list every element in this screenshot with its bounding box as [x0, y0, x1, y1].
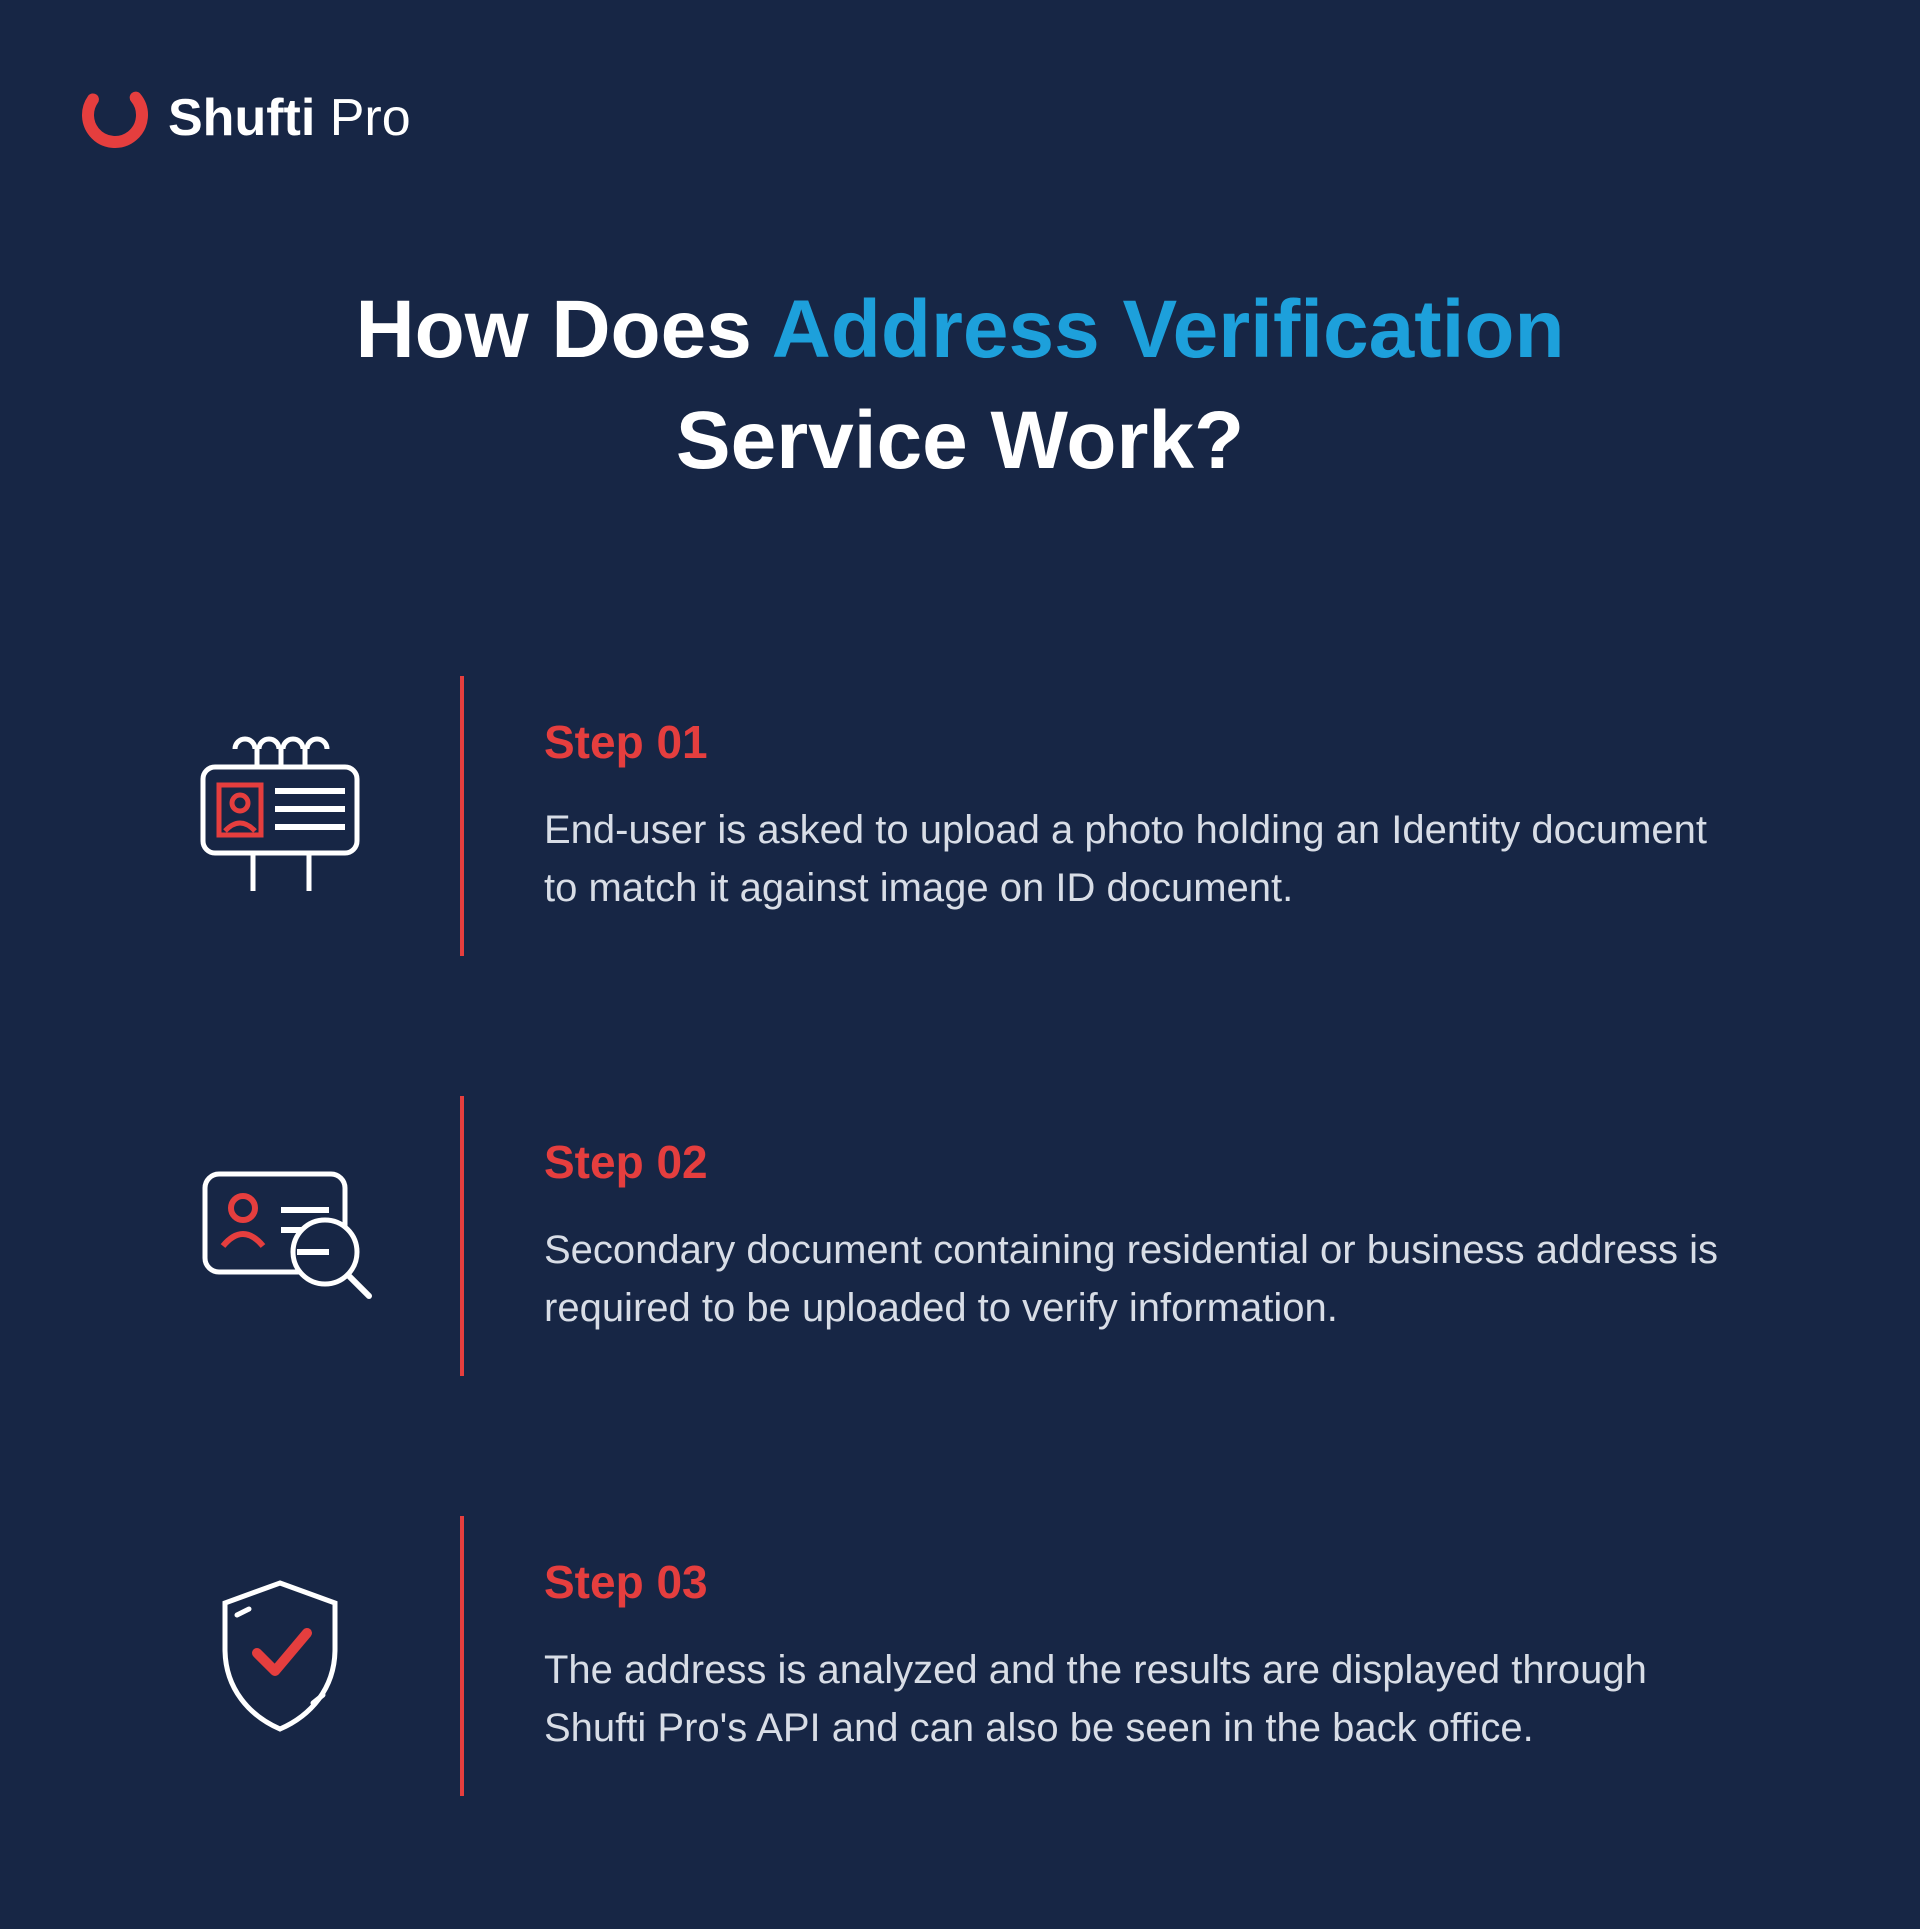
title-highlight: Address Verification — [772, 284, 1565, 375]
brand-suffix: Pro — [330, 89, 411, 147]
title-line-1: How Does Address Verification — [80, 275, 1840, 386]
step-divider — [460, 1096, 464, 1376]
page-title: How Does Address Verification Service Wo… — [80, 275, 1840, 496]
shield-check-icon — [180, 1571, 380, 1741]
step-item: Step 01 End-user is asked to upload a ph… — [180, 676, 1740, 956]
title-line-2: Service Work? — [80, 386, 1840, 497]
step-divider — [460, 1516, 464, 1796]
step-item: Step 02 Secondary document containing re… — [180, 1096, 1740, 1376]
step-label: Step 01 — [544, 715, 1740, 769]
step-description: End-user is asked to upload a photo hold… — [544, 801, 1740, 917]
step-content: Step 02 Secondary document containing re… — [544, 1135, 1740, 1337]
brand-name: Shufti — [168, 89, 315, 147]
hand-holding-id-icon — [180, 731, 380, 901]
step-description: The address is analyzed and the results … — [544, 1641, 1740, 1757]
step-content: Step 01 End-user is asked to upload a ph… — [544, 715, 1740, 917]
step-item: Step 03 The address is analyzed and the … — [180, 1516, 1740, 1796]
brand-logo: Shufti Pro — [80, 80, 1840, 155]
step-label: Step 02 — [544, 1135, 1740, 1189]
logo-ring-icon — [80, 80, 150, 155]
step-divider — [460, 676, 464, 956]
title-prefix: How Does — [355, 284, 771, 375]
steps-list: Step 01 End-user is asked to upload a ph… — [80, 676, 1840, 1796]
step-label: Step 03 — [544, 1555, 1740, 1609]
brand-text: Shufti Pro — [168, 88, 411, 148]
step-content: Step 03 The address is analyzed and the … — [544, 1555, 1740, 1757]
document-magnifier-icon — [180, 1156, 380, 1316]
step-description: Secondary document containing residentia… — [544, 1221, 1740, 1337]
